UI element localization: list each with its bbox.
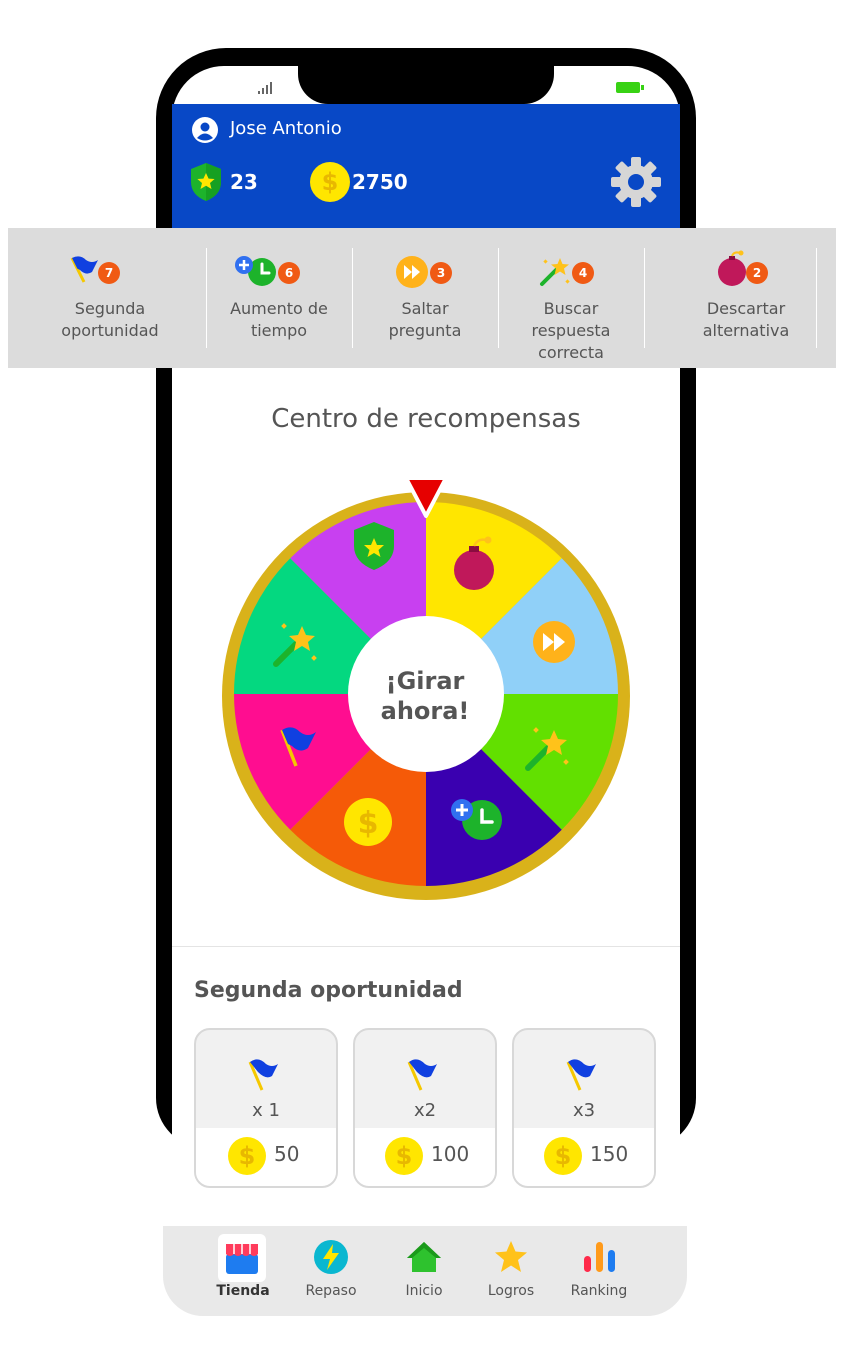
pack-multiplier: x3 xyxy=(572,1100,596,1121)
nav-label-inicio[interactable]: Inicio xyxy=(379,1283,469,1299)
bar-chart-icon[interactable] xyxy=(582,1240,618,1274)
powerup-label: Buscar respuesta correcta xyxy=(531,299,611,362)
coin-icon: $ xyxy=(310,162,350,202)
pack-multiplier: x2 xyxy=(413,1100,437,1121)
nav-label-logros[interactable]: Logros xyxy=(466,1283,556,1299)
svg-text:$: $ xyxy=(322,168,339,196)
powerup-second-chance[interactable]: 7 Segunda oportunidad xyxy=(30,248,190,348)
second-chance-title: Segunda oportunidad xyxy=(194,978,463,1003)
powerup-count-badge: 4 xyxy=(572,262,594,284)
pack-price: 50 xyxy=(274,1142,300,1166)
powerup-count-badge: 3 xyxy=(430,262,452,284)
flag-icon xyxy=(248,1059,278,1091)
flag-icon xyxy=(407,1059,437,1091)
pack-card-x3[interactable]: x3 $ 150 xyxy=(512,1028,656,1188)
powerup-label: Descartar alternativa xyxy=(702,299,790,340)
section-divider xyxy=(172,946,680,947)
phone-notch xyxy=(298,60,554,104)
magic-wand-icon xyxy=(540,258,570,286)
pack-price-area: $ 150 xyxy=(514,1128,654,1186)
powerup-count-badge: 6 xyxy=(278,262,300,284)
coin-count: 2750 xyxy=(352,170,408,194)
fast-forward-icon xyxy=(396,256,428,288)
pack-price: 100 xyxy=(431,1142,470,1166)
powerup-label: Aumento de tiempo xyxy=(230,299,328,340)
svg-text:$: $ xyxy=(555,1142,572,1170)
lightning-icon[interactable] xyxy=(314,1240,348,1274)
powerup-find-answer[interactable]: 4 Buscar respuesta correcta xyxy=(498,248,644,362)
powerup-skip-question[interactable]: 3 Saltar pregunta xyxy=(352,248,498,348)
coin-icon: $ xyxy=(544,1137,582,1175)
star-icon[interactable] xyxy=(494,1240,528,1274)
pack-price-area: $ 100 xyxy=(355,1128,495,1186)
coin-icon: $ xyxy=(228,1137,266,1175)
divider xyxy=(644,248,645,348)
svg-text:$: $ xyxy=(239,1142,256,1170)
status-time: 7:00 xyxy=(214,78,246,94)
coin-icon: $ xyxy=(385,1137,423,1175)
nav-tienda[interactable] xyxy=(218,1234,266,1282)
reward-center-title: Centro de recompensas xyxy=(271,404,581,434)
nav-label-ranking[interactable]: Ranking xyxy=(554,1283,644,1299)
pack-multiplier: x 1 xyxy=(252,1100,280,1121)
shield-count: 23 xyxy=(230,170,258,194)
powerup-count-badge: 7 xyxy=(98,262,120,284)
powerup-discard-option[interactable]: 2 Descartar alternativa xyxy=(660,248,832,348)
home-icon[interactable] xyxy=(406,1240,442,1274)
nav-label-repaso[interactable]: Repaso xyxy=(286,1283,376,1299)
pack-card-x1[interactable]: x 1 $ 50 xyxy=(194,1028,338,1188)
shield-icon xyxy=(191,163,221,201)
gear-icon[interactable] xyxy=(610,156,662,208)
user-avatar-icon[interactable] xyxy=(192,117,218,143)
pack-price: 150 xyxy=(590,1142,629,1166)
spin-now-button[interactable]: ¡Girar ahora! xyxy=(348,636,502,756)
powerup-extra-time[interactable]: 6 Aumento de tiempo xyxy=(206,248,352,348)
powerup-label: Saltar pregunta xyxy=(388,299,462,340)
battery-icon xyxy=(616,82,644,93)
nav-label-tienda[interactable]: Tienda xyxy=(198,1283,288,1299)
clock-plus-icon xyxy=(235,256,276,286)
store-icon xyxy=(226,1244,258,1274)
pack-card-x2[interactable]: x2 $ 100 xyxy=(353,1028,497,1188)
pack-price-area: $ 50 xyxy=(196,1128,336,1186)
svg-text:$: $ xyxy=(396,1142,413,1170)
bomb-icon xyxy=(718,250,746,286)
username: Jose Antonio xyxy=(230,118,342,139)
fast-forward-icon xyxy=(533,621,575,663)
signal-icon xyxy=(258,82,272,94)
coin-icon: $ xyxy=(344,798,392,846)
powerup-label: Segunda oportunidad xyxy=(61,299,159,340)
svg-text:$: $ xyxy=(358,806,379,841)
flag-icon xyxy=(566,1059,596,1091)
powerup-count-badge: 2 xyxy=(746,262,768,284)
